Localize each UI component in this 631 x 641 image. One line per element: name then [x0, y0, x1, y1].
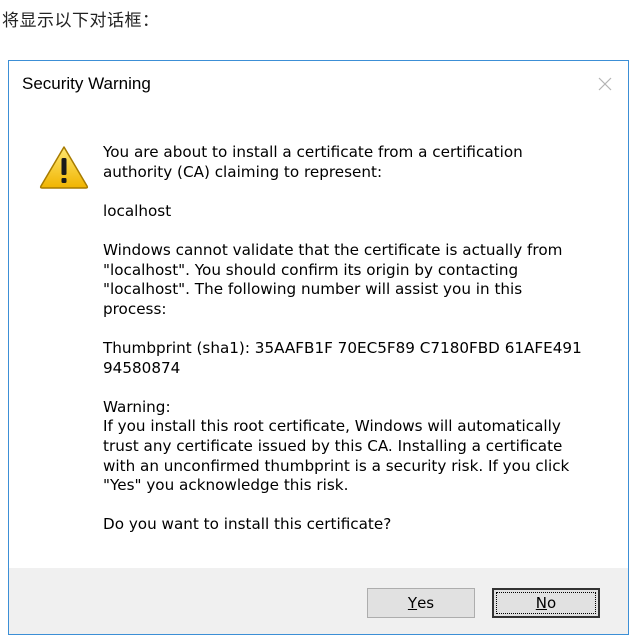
no-button-label: o	[547, 594, 557, 612]
close-icon	[598, 77, 612, 91]
dialog-titlebar[interactable]: Security Warning	[9, 61, 628, 107]
dialog-title: Security Warning	[22, 74, 151, 93]
message-warning: Warning: If you install this root certif…	[103, 397, 570, 495]
message-validation: Windows cannot validate that the certifi…	[103, 240, 563, 318]
yes-button[interactable]: Yes	[367, 588, 475, 618]
dialog-message: You are about to install a certificate f…	[103, 143, 603, 535]
warning-icon	[39, 146, 89, 189]
no-button-mnemonic: N	[535, 594, 548, 612]
no-button[interactable]: No	[492, 588, 600, 618]
dialog-footer: Yes No	[9, 568, 628, 634]
message-thumbprint: Thumbprint (sha1): 35AAFB1F 70EC5F89 C71…	[103, 338, 582, 377]
message-intro: You are about to install a certificate f…	[103, 143, 523, 181]
yes-button-label: es	[417, 594, 435, 612]
yes-button-mnemonic: Y	[407, 594, 418, 612]
message-subject: localhost	[103, 201, 172, 220]
page-caption: 将显示以下对话框：	[2, 11, 160, 31]
close-button[interactable]	[592, 71, 618, 97]
security-warning-dialog: Security Warning You are about to instal…	[8, 60, 629, 635]
message-question: Do you want to install this certificate?	[103, 515, 392, 534]
